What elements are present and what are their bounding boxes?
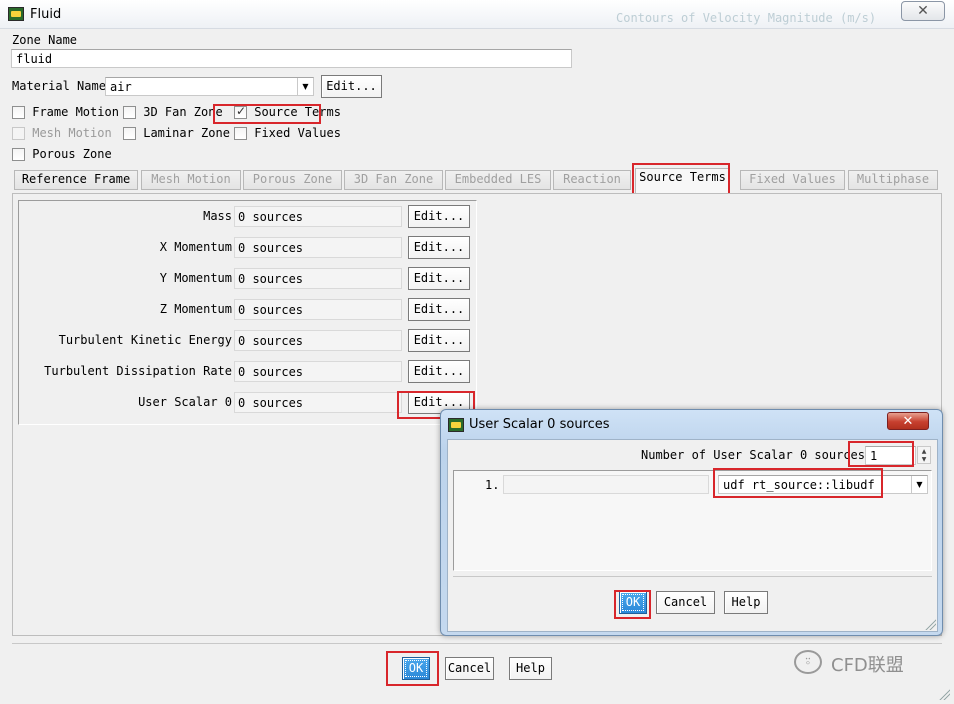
close-icon: ✕ [902,413,914,429]
source-row-tke: Turbulent Kinetic Energy 0 sources Edit.… [18,329,478,352]
dialog-close-button[interactable]: ✕ [887,412,929,430]
background-window-title: Contours of Velocity Magnitude (m/s) [616,11,877,25]
frame-motion-option[interactable]: Frame Motion [12,105,119,119]
source-count-highlight [848,441,914,467]
wechat-icon: ⍤ [794,650,822,674]
ok-button-highlight [386,651,439,686]
help-button[interactable]: Help [509,657,552,680]
porous-zone-label: Porous Zone [32,147,112,161]
material-edit-button[interactable]: Edit... [321,75,382,98]
sources-list: 1. udf rt_source::libudf ▼ [453,468,932,571]
porous-zone-checkbox[interactable] [12,148,25,161]
mesh-motion-option: Mesh Motion [12,126,112,140]
source-row-mass: Mass 0 sources Edit... [18,205,478,228]
source-terms-tab-highlight [632,163,730,196]
zone-name-input[interactable]: fluid [11,49,572,68]
tab-embedded-les[interactable]: Embedded LES [445,170,551,190]
fluent-app-icon [8,7,24,21]
tab-porous-zone[interactable]: Porous Zone [243,170,342,190]
fixed-values-option[interactable]: Fixed Values [234,126,341,140]
fan-zone-3d-label: 3D Fan Zone [143,105,223,119]
dialog-help-button[interactable]: Help [724,591,768,614]
tab-reference-frame[interactable]: Reference Frame [14,170,138,190]
dialog-divider [453,576,932,577]
source-count-label: Number of User Scalar 0 sources [641,448,865,462]
window-title: Fluid [30,7,62,22]
zone-name-label: Zone Name [12,33,78,47]
source-label: Z Momentum [159,302,232,316]
source-label: Mass [203,209,232,223]
entry-index: 1. [485,478,500,492]
fluent-app-icon [448,418,464,432]
source-label: User Scalar 0 [138,395,232,409]
tab-multiphase[interactable]: Multiphase [848,170,938,190]
source-count-field: 0 sources [234,361,402,382]
tab-reaction[interactable]: Reaction [553,170,631,190]
material-select-value: air [110,80,132,94]
mass-edit-button[interactable]: Edit... [408,205,470,228]
source-count-spinner[interactable]: ▲ ▼ [917,446,931,464]
close-icon: ✕ [917,3,929,19]
user-scalar-sources-dialog: User Scalar 0 sources ✕ Number of User S… [440,409,943,636]
source-label: X Momentum [159,240,232,254]
entry-constant-field [503,475,709,494]
laminar-zone-option[interactable]: Laminar Zone [123,126,230,140]
laminar-zone-checkbox[interactable] [123,127,136,140]
source-label: Y Momentum [159,271,232,285]
dialog-cancel-button[interactable]: Cancel [656,591,715,614]
material-name-label: Material Name [12,79,106,93]
fan-zone-3d-option[interactable]: 3D Fan Zone [123,105,223,119]
source-count-field: 0 sources [234,299,402,320]
source-row-x-momentum: X Momentum 0 sources Edit... [18,236,478,259]
dialog-body: Number of User Scalar 0 sources 1 ▲ ▼ 1.… [447,439,938,632]
chevron-down-icon: ▼ [911,476,927,493]
mesh-motion-checkbox [12,127,25,140]
chevron-down-icon: ▼ [297,78,313,95]
source-row-tdr: Turbulent Dissipation Rate 0 sources Edi… [18,360,478,383]
source-count-field: 0 sources [234,206,402,227]
tab-mesh-motion[interactable]: Mesh Motion [141,170,241,190]
frame-motion-label: Frame Motion [32,105,119,119]
porous-zone-option[interactable]: Porous Zone [12,147,112,161]
source-terms-highlight [213,104,321,124]
source-label: Turbulent Kinetic Energy [58,333,232,347]
udf-source-highlight [713,468,883,498]
z-momentum-edit-button[interactable]: Edit... [408,298,470,321]
tdr-edit-button[interactable]: Edit... [408,360,470,383]
spinner-down-icon[interactable]: ▼ [922,456,927,463]
x-momentum-edit-button[interactable]: Edit... [408,236,470,259]
laminar-zone-label: Laminar Zone [143,126,230,140]
watermark-text: CFD联盟 [831,655,904,676]
footer-divider [12,643,942,644]
source-label: Turbulent Dissipation Rate [44,364,232,378]
mesh-motion-label: Mesh Motion [32,126,112,140]
source-count-field: 0 sources [234,268,402,289]
cancel-button[interactable]: Cancel [445,657,494,680]
window-close-button[interactable]: ✕ [901,1,945,21]
tab-3d-fan-zone[interactable]: 3D Fan Zone [344,170,443,190]
resize-grip-icon[interactable] [924,618,936,630]
source-row-y-momentum: Y Momentum 0 sources Edit... [18,267,478,290]
dialog-title: User Scalar 0 sources [469,417,610,432]
spinner-up-icon[interactable]: ▲ [922,448,927,455]
source-count-field: 0 sources [234,392,402,413]
material-select[interactable]: air ▼ [105,77,314,96]
window-title-bar: Fluid Contours of Velocity Magnitude (m/… [0,0,954,29]
fixed-values-checkbox[interactable] [234,127,247,140]
tab-fixed-values[interactable]: Fixed Values [740,170,845,190]
tke-edit-button[interactable]: Edit... [408,329,470,352]
source-count-field: 0 sources [234,330,402,351]
resize-grip-icon[interactable] [938,688,950,700]
fixed-values-label: Fixed Values [254,126,341,140]
source-count-field: 0 sources [234,237,402,258]
source-row-z-momentum: Z Momentum 0 sources Edit... [18,298,478,321]
y-momentum-edit-button[interactable]: Edit... [408,267,470,290]
frame-motion-checkbox[interactable] [12,106,25,119]
fan-zone-3d-checkbox[interactable] [123,106,136,119]
dialog-ok-highlight [614,590,651,619]
